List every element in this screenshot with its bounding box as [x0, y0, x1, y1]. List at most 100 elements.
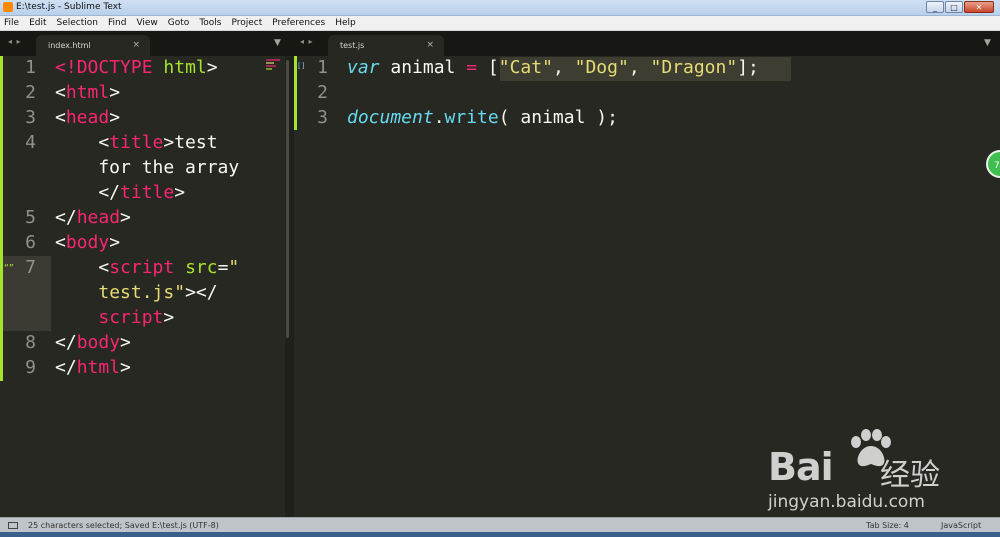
code-token: > — [163, 307, 175, 328]
code-token: </ — [55, 357, 77, 378]
tab-bar: ◂ ▸ index.html × ▼ ◂ ▸ test.js × ▼ — [0, 31, 1000, 56]
left-editor-pane[interactable]: “” 123456789 <!DOCTYPE html> <html> <head>… — [0, 56, 285, 517]
menu-file[interactable]: File — [0, 16, 24, 30]
code-token: test.js" — [98, 282, 186, 303]
left-pane-dropdown-icon[interactable]: ▼ — [274, 38, 281, 48]
tab-label: test.js — [340, 41, 365, 50]
code-token: <! — [55, 57, 77, 78]
watermark-brand: Bai — [768, 445, 834, 489]
code-token: " — [228, 257, 240, 278]
title-bar: E:\test.js - Sublime Text _ □ ✕ — [0, 0, 1000, 16]
close-tab-icon[interactable]: × — [132, 35, 140, 56]
code-token: </ — [55, 207, 77, 228]
line-number: 5 — [25, 207, 36, 228]
line-number: 3 — [317, 107, 328, 128]
tab-test-js[interactable]: test.js × — [328, 35, 444, 56]
code-token: </ — [55, 332, 77, 353]
menu-preferences[interactable]: Preferences — [267, 16, 330, 30]
close-window-button[interactable]: ✕ — [964, 1, 994, 13]
code-token: ></ — [185, 282, 218, 303]
code-token: > — [120, 357, 131, 378]
code-token: < — [55, 132, 110, 153]
sublime-app-icon — [3, 2, 13, 12]
menu-tools[interactable]: Tools — [194, 16, 226, 30]
menu-view[interactable]: View — [131, 16, 162, 30]
code-line: </html> — [55, 357, 131, 378]
code-line: test.js"></ — [55, 282, 218, 303]
code-line: </title> — [55, 182, 185, 203]
menu-project[interactable]: Project — [226, 16, 267, 30]
code-line: <title>test — [55, 132, 217, 153]
right-pane-tab-nav-arrows[interactable]: ◂ ▸ — [300, 37, 314, 46]
menu-selection[interactable]: Selection — [52, 16, 103, 30]
code-token: > — [109, 82, 121, 103]
line-number: 6 — [25, 232, 36, 253]
tab-index-html[interactable]: index.html × — [36, 35, 150, 56]
code-token: body — [76, 332, 121, 353]
code-token: . — [433, 107, 445, 128]
code-token: html — [65, 82, 110, 103]
code-token: body — [65, 232, 110, 253]
code-token: title — [120, 182, 175, 203]
code-line: script> — [55, 307, 174, 328]
code-token: "Cat" — [498, 57, 553, 78]
code-token: head — [65, 107, 110, 128]
code-token: html — [163, 57, 207, 78]
code-token: , — [552, 57, 575, 78]
code-line: </body> — [55, 332, 131, 353]
code-line: document.write( animal ); — [347, 107, 618, 128]
menu-find[interactable]: Find — [103, 16, 131, 30]
code-token: > — [120, 207, 131, 228]
code-token: ]; — [737, 57, 759, 78]
code-token: html — [76, 357, 121, 378]
code-token: > — [109, 232, 121, 253]
menu-edit[interactable]: Edit — [24, 16, 51, 30]
code-token: > — [109, 107, 121, 128]
menu-goto[interactable]: Goto — [163, 16, 195, 30]
maximize-button[interactable]: □ — [945, 1, 963, 13]
tab-size-selector[interactable]: Tab Size: 4 — [866, 518, 909, 533]
code-token: title — [109, 132, 164, 153]
code-token: < — [55, 82, 66, 103]
line-number: 2 — [317, 82, 328, 103]
code-token: document — [347, 107, 434, 128]
status-bar: 25 characters selected; Saved E:\test.js… — [0, 517, 1000, 533]
code-line: var animal = ["Cat", "Dog", "Dragon"]; — [347, 57, 759, 78]
code-token: var — [347, 57, 380, 78]
console-toggle-icon[interactable] — [8, 522, 18, 529]
left-pane-scrollbar[interactable] — [286, 60, 289, 338]
code-token: < — [55, 232, 66, 253]
code-token: > — [206, 57, 218, 78]
code-token: script — [109, 257, 175, 278]
code-line: <script src=" — [55, 257, 239, 278]
code-token: "Dog" — [574, 57, 629, 78]
line-number: 8 — [25, 332, 36, 353]
baidu-jingyan-watermark: Bai 经验 jingyan.baidu.com — [762, 428, 972, 518]
minimize-button[interactable]: _ — [926, 1, 944, 13]
close-tab-icon[interactable]: × — [426, 35, 434, 56]
line-number: 3 — [25, 107, 36, 128]
left-pane-tab-nav-arrows[interactable]: ◂ ▸ — [8, 37, 22, 46]
code-token: for the array — [55, 157, 240, 178]
minimap[interactable] — [266, 58, 280, 76]
code-line: </head> — [55, 207, 131, 228]
line-number: 9 — [25, 357, 36, 378]
code-token: DOCTYPE — [76, 57, 153, 78]
code-token: head — [76, 207, 121, 228]
menu-help[interactable]: Help — [330, 16, 361, 30]
code-token: < — [55, 107, 66, 128]
code-token: , — [628, 57, 651, 78]
line-number: 7 — [25, 257, 36, 278]
code-line: <html> — [55, 82, 120, 103]
os-taskbar — [0, 532, 1000, 537]
code-token: script — [98, 307, 164, 328]
code-token: "Dragon" — [650, 57, 738, 78]
right-pane-dropdown-icon[interactable]: ▼ — [984, 38, 991, 48]
watermark-url: jingyan.baidu.com — [768, 492, 925, 512]
syntax-selector[interactable]: JavaScript — [941, 518, 981, 533]
code-token: write — [444, 107, 499, 128]
code-token: = — [466, 57, 478, 78]
menu-bar: File Edit Selection Find View Goto Tools… — [0, 16, 1000, 31]
